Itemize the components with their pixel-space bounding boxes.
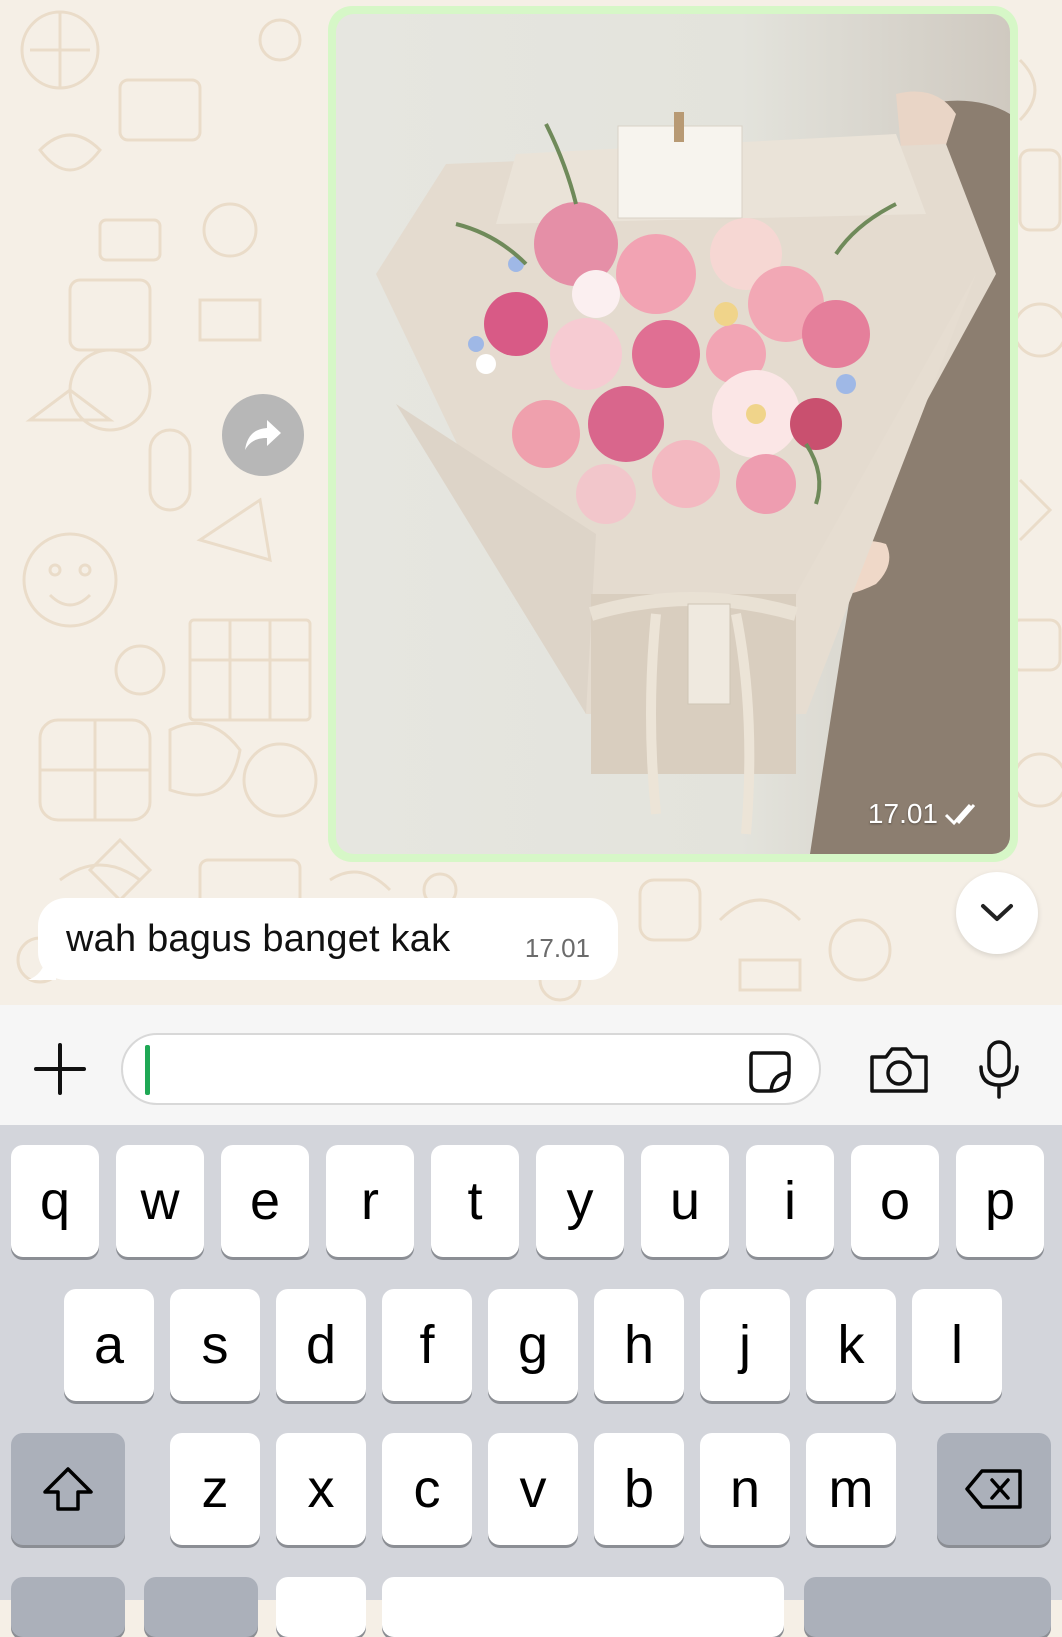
key-n[interactable]: n	[700, 1433, 790, 1545]
message-input[interactable]	[121, 1033, 821, 1105]
key-m[interactable]: m	[806, 1433, 896, 1545]
image-message-meta: 17.01	[868, 798, 984, 830]
key-z[interactable]: z	[170, 1433, 260, 1545]
key-partial[interactable]	[276, 1577, 366, 1637]
attach-plus-icon[interactable]	[30, 1039, 90, 1099]
bubble-tail	[28, 956, 56, 980]
key-c[interactable]: c	[382, 1433, 472, 1545]
message-time: 17.01	[524, 933, 590, 963]
key-s[interactable]: s	[170, 1289, 260, 1401]
chat-area: 17.01 wah bagus banget kak 17.01	[0, 0, 1062, 1005]
key-v[interactable]: v	[488, 1433, 578, 1545]
key-y[interactable]: y	[536, 1145, 624, 1257]
key-d[interactable]: d	[276, 1289, 366, 1401]
emoji-key[interactable]	[144, 1577, 258, 1637]
key-f[interactable]: f	[382, 1289, 472, 1401]
chevron-down-icon	[981, 904, 1013, 921]
sticker-icon[interactable]	[745, 1047, 795, 1097]
image-message-bubble[interactable]: 17.01	[328, 6, 1018, 862]
message-text: wah bagus banget kak	[66, 917, 451, 960]
key-x[interactable]: x	[276, 1433, 366, 1545]
key-q[interactable]: q	[11, 1145, 99, 1257]
key-w[interactable]: w	[116, 1145, 204, 1257]
key-o[interactable]: o	[851, 1145, 939, 1257]
onscreen-keyboard: q w e r t y u i o p a s d f g h j k l z …	[0, 1125, 1062, 1637]
bouquet-illustration	[376, 91, 1010, 854]
key-p[interactable]: p	[956, 1145, 1044, 1257]
forward-button[interactable]	[222, 394, 304, 476]
read-receipt-icon	[944, 804, 976, 826]
shift-arrow-icon	[43, 1467, 93, 1511]
message-composer	[0, 1005, 1062, 1125]
backspace-key[interactable]	[937, 1433, 1051, 1545]
key-u[interactable]: u	[641, 1145, 729, 1257]
key-g[interactable]: g	[488, 1289, 578, 1401]
backspace-icon	[965, 1469, 1022, 1509]
numbers-key[interactable]	[11, 1577, 125, 1637]
microphone-icon[interactable]	[976, 1039, 1022, 1101]
key-k[interactable]: k	[806, 1289, 896, 1401]
key-e[interactable]: e	[221, 1145, 309, 1257]
return-key[interactable]	[804, 1577, 1051, 1637]
key-i[interactable]: i	[746, 1145, 834, 1257]
key-a[interactable]: a	[64, 1289, 154, 1401]
forward-icon	[245, 420, 281, 450]
scroll-to-bottom-button[interactable]	[956, 872, 1038, 954]
key-j[interactable]: j	[700, 1289, 790, 1401]
shift-key[interactable]	[11, 1433, 125, 1545]
key-t[interactable]: t	[431, 1145, 519, 1257]
image-message-time: 17.01	[867, 798, 938, 829]
text-message-bubble[interactable]: wah bagus banget kak 17.01	[28, 898, 618, 980]
key-h[interactable]: h	[594, 1289, 684, 1401]
key-b[interactable]: b	[594, 1433, 684, 1545]
text-caret	[145, 1045, 150, 1095]
key-r[interactable]: r	[326, 1145, 414, 1257]
camera-icon[interactable]	[868, 1043, 930, 1095]
space-key[interactable]	[382, 1577, 784, 1637]
key-l[interactable]: l	[912, 1289, 1002, 1401]
bouquet-photo[interactable]: 17.01	[336, 14, 1010, 854]
